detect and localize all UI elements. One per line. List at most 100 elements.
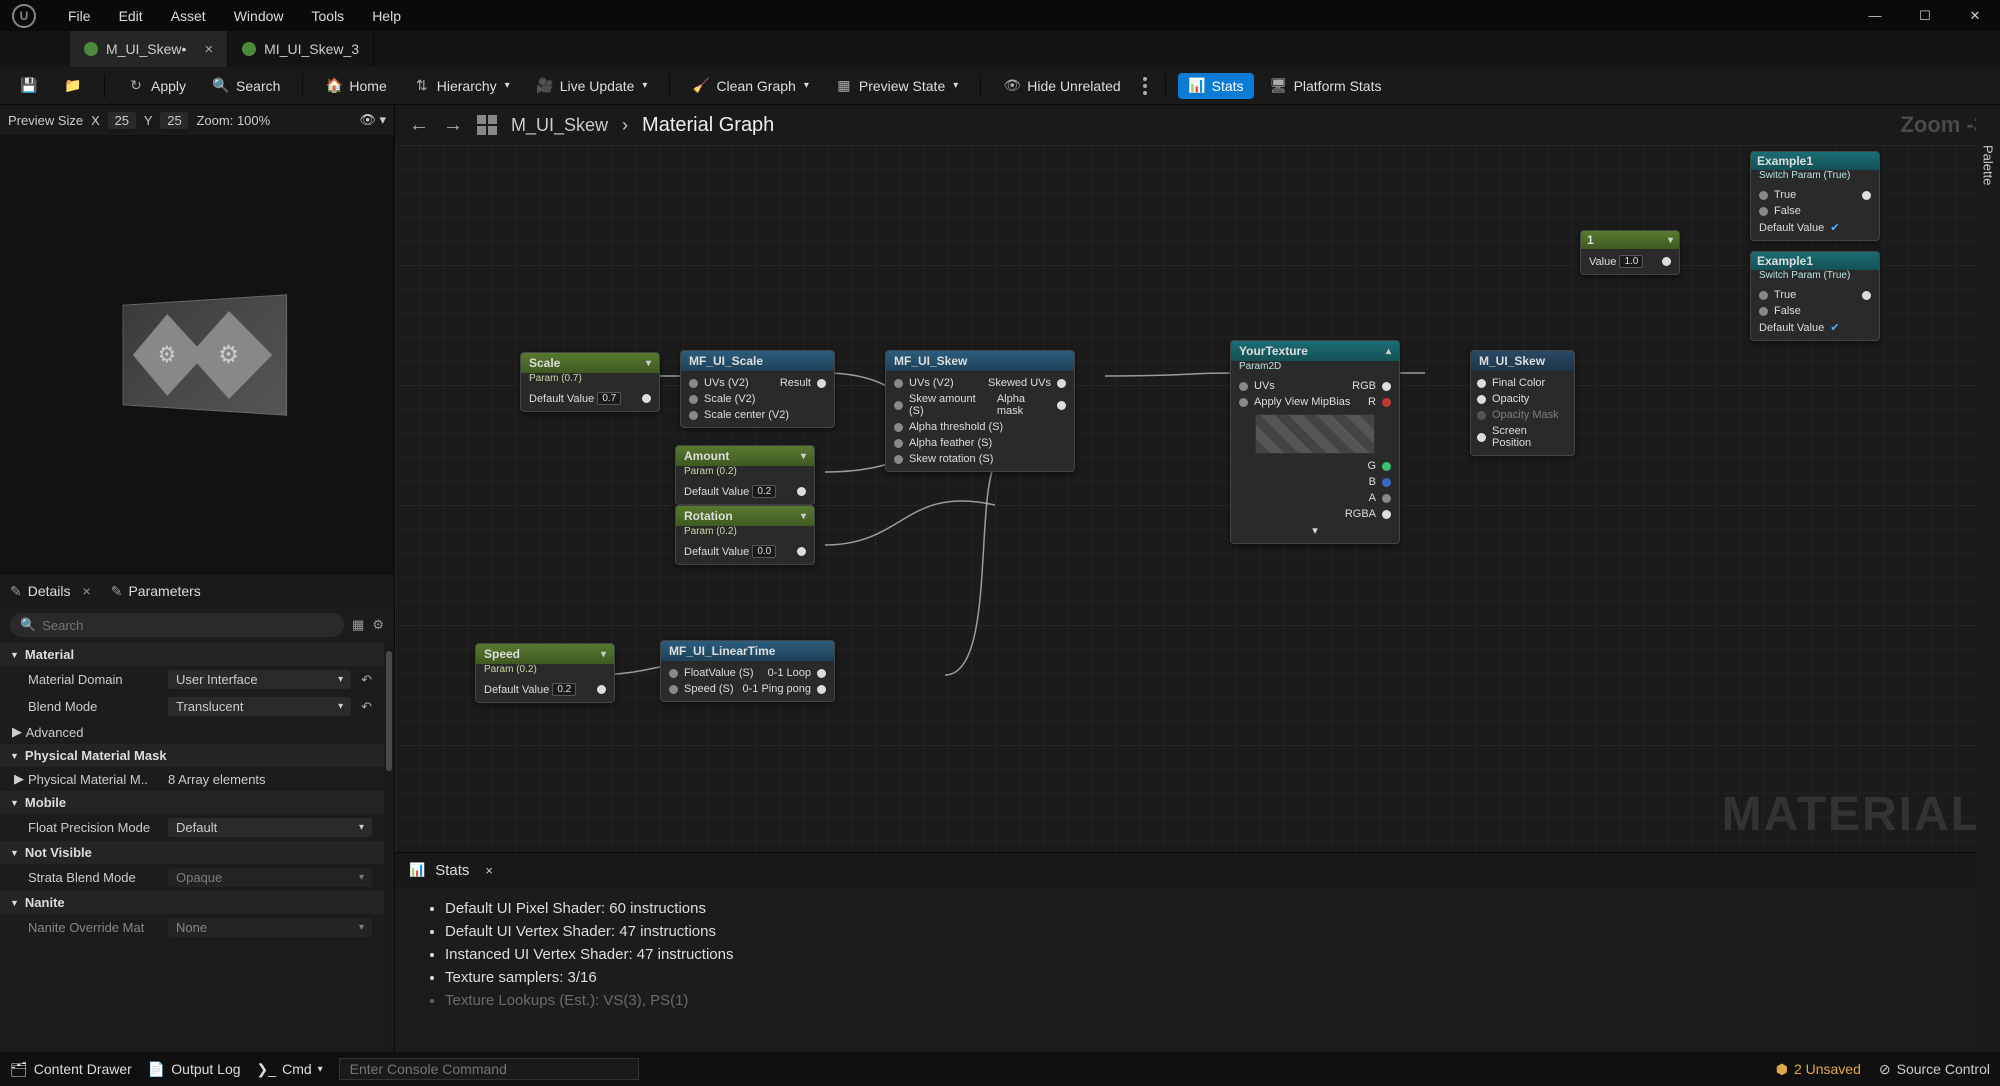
node-mf-ui-scale[interactable]: MF_UI_Scale UVs (V2)Result Scale (V2) Sc… xyxy=(680,350,835,428)
output-pin[interactable] xyxy=(797,547,806,556)
expand-icon[interactable]: ▶ xyxy=(14,771,24,787)
value-input[interactable]: 0.7 xyxy=(597,392,621,405)
details-search[interactable]: 🔍 xyxy=(10,613,344,637)
asset-tab-m-ui-skew[interactable]: M_UI_Skew• × xyxy=(70,31,228,67)
category-not-visible[interactable]: ▼Not Visible xyxy=(0,841,384,864)
close-icon[interactable]: × xyxy=(204,41,213,58)
node-your-texture[interactable]: YourTexture▴ Param2D UVsRGB Apply View M… xyxy=(1230,340,1400,544)
gear-icon[interactable]: ⚙ xyxy=(372,617,384,633)
output-pin[interactable] xyxy=(1057,401,1066,410)
nav-back-button[interactable]: ← xyxy=(409,114,429,137)
output-pin-a[interactable] xyxy=(1382,494,1391,503)
input-pin[interactable] xyxy=(1239,382,1248,391)
output-pin[interactable] xyxy=(1382,382,1391,391)
value-input[interactable]: 0.2 xyxy=(752,485,776,498)
node-example1-a[interactable]: Example1 Switch Param (True) True False … xyxy=(1750,151,1880,241)
nanite-override-dropdown[interactable]: None▾ xyxy=(168,918,372,937)
category-physical-material-mask[interactable]: ▼Physical Material Mask xyxy=(0,744,384,767)
node-scale-param[interactable]: Scale▾ Param (0.7) Default Value 0.7 xyxy=(520,352,660,412)
output-pin-g[interactable] xyxy=(1382,462,1391,471)
output-pin[interactable] xyxy=(597,685,606,694)
value-input[interactable]: 1.0 xyxy=(1619,255,1643,268)
close-icon[interactable]: × xyxy=(485,863,493,878)
input-pin[interactable] xyxy=(689,411,698,420)
asset-tab-mi-ui-skew-3[interactable]: MI_UI_Skew_3 xyxy=(228,31,374,67)
search-button[interactable]: 🔍Search xyxy=(202,73,290,99)
stats-button[interactable]: 📊Stats xyxy=(1178,73,1254,99)
output-pin[interactable] xyxy=(817,379,826,388)
apply-button[interactable]: ↻Apply xyxy=(117,73,196,99)
output-pin-r[interactable] xyxy=(1382,398,1391,407)
output-pin[interactable] xyxy=(1057,379,1066,388)
check-icon[interactable]: ✔ xyxy=(1830,321,1839,334)
input-pin[interactable] xyxy=(1477,411,1486,420)
input-pin[interactable] xyxy=(1759,191,1768,200)
input-pin[interactable] xyxy=(669,685,678,694)
details-tab[interactable]: ✎Details× xyxy=(10,583,91,600)
chevron-up-icon[interactable]: ▴ xyxy=(1386,346,1391,357)
material-domain-dropdown[interactable]: User Interface▾ xyxy=(168,670,351,689)
node-speed-param[interactable]: Speed▾ Param (0.2) Default Value 0.2 xyxy=(475,643,615,703)
material-graph-canvas[interactable]: Scale▾ Param (0.7) Default Value 0.7 Amo… xyxy=(395,145,2000,852)
window-close[interactable]: ✕ xyxy=(1950,0,2000,31)
input-pin[interactable] xyxy=(894,423,903,432)
reset-icon[interactable]: ↶ xyxy=(361,699,372,715)
browse-button[interactable]: 📁 xyxy=(54,73,92,99)
chevron-down-icon[interactable]: ▾ xyxy=(601,649,606,660)
output-pin[interactable] xyxy=(642,394,651,403)
node-mf-ui-skew[interactable]: MF_UI_Skew UVs (V2)Skewed UVs Skew amoun… xyxy=(885,350,1075,472)
output-pin-rgba[interactable] xyxy=(1382,510,1391,519)
input-pin[interactable] xyxy=(1477,379,1486,388)
hierarchy-button[interactable]: ⇅Hierarchy▾ xyxy=(403,73,520,99)
input-pin[interactable] xyxy=(1477,433,1486,442)
reset-icon[interactable]: ↶ xyxy=(361,672,372,688)
content-drawer-button[interactable]: 🗂Content Drawer xyxy=(10,1061,132,1078)
parameters-tab[interactable]: ✎Parameters xyxy=(111,583,201,600)
node-mf-ui-lineartime[interactable]: MF_UI_LinearTime FloatValue (S)0-1 Loop … xyxy=(660,640,835,702)
clean-graph-button[interactable]: 🧹Clean Graph▾ xyxy=(682,73,818,99)
input-pin[interactable] xyxy=(1759,207,1768,216)
preview-viewport[interactable] xyxy=(0,135,394,575)
float-precision-dropdown[interactable]: Default▾ xyxy=(168,818,372,837)
output-pin[interactable] xyxy=(817,669,826,678)
window-maximize[interactable]: ☐ xyxy=(1900,0,1950,31)
input-pin[interactable] xyxy=(1759,307,1768,316)
window-minimize[interactable]: — xyxy=(1850,0,1900,31)
live-update-button[interactable]: 🎥Live Update▾ xyxy=(526,73,658,99)
unsaved-badge[interactable]: ⬢2 Unsaved xyxy=(1776,1061,1861,1078)
prop-advanced[interactable]: ▶ Advanced xyxy=(0,720,384,744)
input-pin[interactable] xyxy=(894,455,903,464)
output-pin-b[interactable] xyxy=(1382,478,1391,487)
platform-stats-button[interactable]: 🖥Platform Stats xyxy=(1260,73,1392,99)
input-pin[interactable] xyxy=(894,379,903,388)
output-pin[interactable] xyxy=(1862,291,1871,300)
menu-tools[interactable]: Tools xyxy=(298,8,359,24)
chevron-down-icon[interactable]: ▾ xyxy=(646,358,651,369)
node-amount-param[interactable]: Amount▾ Param (0.2) Default Value 0.2 xyxy=(675,445,815,505)
cmd-button[interactable]: ❯_Cmd▾ xyxy=(257,1061,323,1078)
category-nanite[interactable]: ▼Nanite xyxy=(0,891,384,914)
menu-asset[interactable]: Asset xyxy=(157,8,220,24)
close-icon[interactable]: × xyxy=(83,583,91,599)
input-pin[interactable] xyxy=(1759,291,1768,300)
node-rotation-param[interactable]: Rotation▾ Param (0.2) Default Value 0.0 xyxy=(675,505,815,565)
menu-window[interactable]: Window xyxy=(220,8,298,24)
details-search-input[interactable] xyxy=(42,618,334,633)
node-constant-1[interactable]: 1▾ Value 1.0 xyxy=(1580,230,1680,275)
chevron-down-icon[interactable]: ▾ xyxy=(801,511,806,522)
input-pin[interactable] xyxy=(689,395,698,404)
breadcrumb[interactable]: M_UI_Skew xyxy=(511,115,608,136)
input-pin[interactable] xyxy=(1239,398,1248,407)
home-button[interactable]: 🏠Home xyxy=(315,73,396,99)
preview-x-input[interactable]: 25 xyxy=(108,112,136,129)
save-button[interactable]: 💾 xyxy=(10,73,48,99)
more-options-button[interactable] xyxy=(1137,77,1153,95)
preview-y-input[interactable]: 25 xyxy=(160,112,188,129)
preview-state-button[interactable]: ▦Preview State▾ xyxy=(825,73,968,99)
check-icon[interactable]: ✔ xyxy=(1830,221,1839,234)
node-final-output[interactable]: M_UI_Skew Final Color Opacity Opacity Ma… xyxy=(1470,350,1575,456)
output-pin[interactable] xyxy=(797,487,806,496)
category-mobile[interactable]: ▼Mobile xyxy=(0,791,384,814)
palette-rail[interactable]: Palette xyxy=(1976,105,2000,1052)
input-pin[interactable] xyxy=(1477,395,1486,404)
